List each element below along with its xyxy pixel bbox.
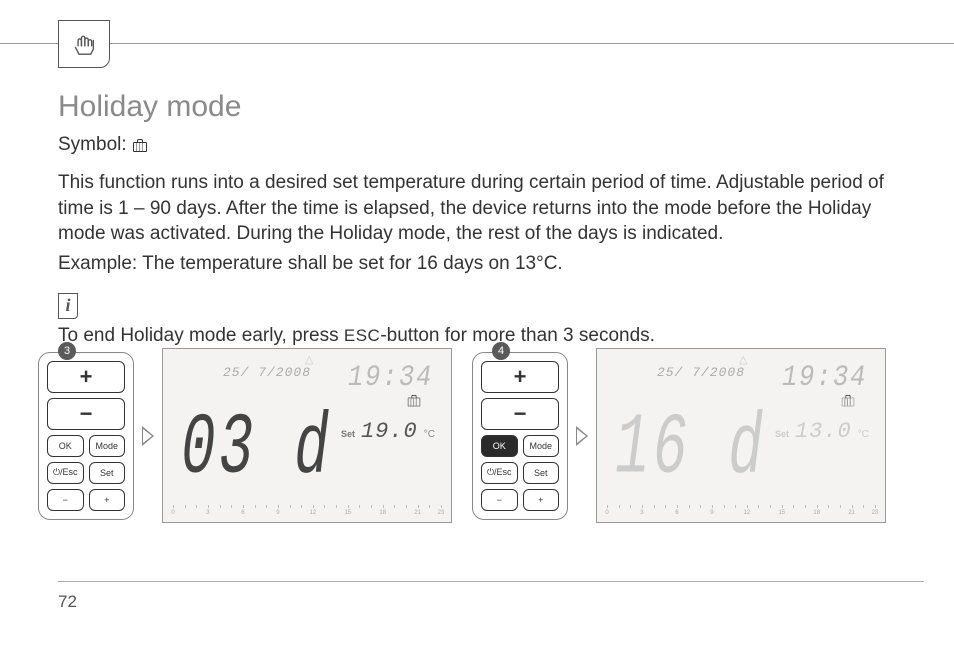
- plus-button[interactable]: +: [481, 361, 559, 393]
- lcd-time: 19:34: [782, 361, 867, 395]
- small-minus-button[interactable]: −: [47, 489, 84, 511]
- temperature-unit: °C: [858, 429, 869, 440]
- figure-step-4: 4 + − OK Mode ⏻/Esc Set − + △ 25/ 7/2008…: [472, 348, 886, 523]
- ruler-label: 15: [344, 510, 351, 516]
- ok-button[interactable]: OK: [47, 435, 84, 457]
- set-button[interactable]: Set: [89, 462, 126, 484]
- ruler-label: 3: [206, 510, 209, 516]
- figure-step-3: 3 + − OK Mode ⏻/Esc Set − + △ 25/ 7/2008…: [38, 348, 452, 523]
- lcd-time: 19:34: [348, 361, 433, 395]
- lcd-date: 25/ 7/2008: [657, 365, 745, 380]
- top-rule: [0, 43, 954, 44]
- ruler-label: 18: [813, 510, 820, 516]
- step-badge: 3: [58, 342, 76, 360]
- tip-pre: To end Holiday mode early, press: [58, 325, 344, 346]
- ruler-label: 12: [743, 510, 750, 516]
- example-line: Example: The temperature shall be set fo…: [58, 251, 924, 277]
- set-button[interactable]: Set: [523, 462, 560, 484]
- ruler-label: 6: [241, 510, 244, 516]
- ruler-label: 3: [640, 510, 643, 516]
- temperature-unit: °C: [424, 429, 435, 440]
- set-label: Set: [341, 429, 355, 439]
- symbol-line: Symbol:: [58, 134, 924, 156]
- ruler-label: 12: [309, 510, 316, 516]
- lcd-display: △ 25/ 7/2008 19:34 Set 19.0 °C 03 d 0369…: [162, 348, 452, 523]
- lcd-hour-ruler: 03691215182123: [173, 504, 441, 516]
- step-badge: 4: [492, 342, 510, 360]
- tip-line: To end Holiday mode early, press ESC-but…: [58, 325, 924, 347]
- bottom-rule: [58, 581, 924, 582]
- esc-button[interactable]: ⏻/Esc: [481, 462, 518, 484]
- lcd-display: △ 25/ 7/2008 19:34 Set 13.0 °C 16 d 0369…: [596, 348, 886, 523]
- ruler-label: 9: [710, 510, 713, 516]
- ruler-label: 21: [414, 510, 421, 516]
- ruler-label: 0: [171, 510, 174, 516]
- set-temperature: 13.0: [795, 419, 852, 444]
- ruler-label: 23: [438, 510, 445, 516]
- small-plus-button[interactable]: +: [89, 489, 126, 511]
- mode-button[interactable]: Mode: [89, 435, 126, 457]
- suitcase-icon: [842, 398, 855, 407]
- ruler-label: 21: [848, 510, 855, 516]
- ruler-label: 18: [379, 510, 386, 516]
- ruler-label: 0: [605, 510, 608, 516]
- ruler-label: 23: [872, 510, 879, 516]
- hand-icon: [58, 20, 110, 68]
- keypad: + − OK Mode ⏻/Esc Set − +: [38, 352, 134, 520]
- plus-button[interactable]: +: [47, 361, 125, 393]
- minus-button[interactable]: −: [481, 398, 559, 430]
- lcd-date: 25/ 7/2008: [223, 365, 311, 380]
- description-paragraph: This function runs into a desired set te…: [58, 170, 924, 247]
- keypad: + − OK Mode ⏻/Esc Set − +: [472, 352, 568, 520]
- suitcase-icon: [408, 398, 421, 407]
- minus-button[interactable]: −: [47, 398, 125, 430]
- ruler-label: 6: [675, 510, 678, 516]
- lcd-days-value: 03 d: [181, 406, 332, 492]
- small-minus-button[interactable]: −: [481, 489, 518, 511]
- tip-post: -button for more than 3 seconds.: [380, 325, 655, 346]
- info-icon: i: [58, 293, 78, 319]
- chevron-right-icon: [576, 426, 588, 446]
- ruler-label: 9: [276, 510, 279, 516]
- set-label: Set: [775, 429, 789, 439]
- set-temperature: 19.0: [361, 419, 418, 444]
- suitcase-icon: [133, 142, 147, 152]
- esc-word: ESC: [344, 326, 380, 345]
- lcd-hour-ruler: 03691215182123: [607, 504, 875, 516]
- ruler-label: 15: [778, 510, 785, 516]
- symbol-label: Symbol:: [58, 134, 127, 156]
- ok-button[interactable]: OK: [481, 435, 518, 457]
- page-title: Holiday mode: [58, 90, 924, 124]
- mode-button[interactable]: Mode: [523, 435, 560, 457]
- lcd-days-value: 16 d: [615, 406, 766, 492]
- small-plus-button[interactable]: +: [523, 489, 560, 511]
- page-number: 72: [58, 592, 77, 612]
- chevron-right-icon: [142, 426, 154, 446]
- esc-button[interactable]: ⏻/Esc: [47, 462, 84, 484]
